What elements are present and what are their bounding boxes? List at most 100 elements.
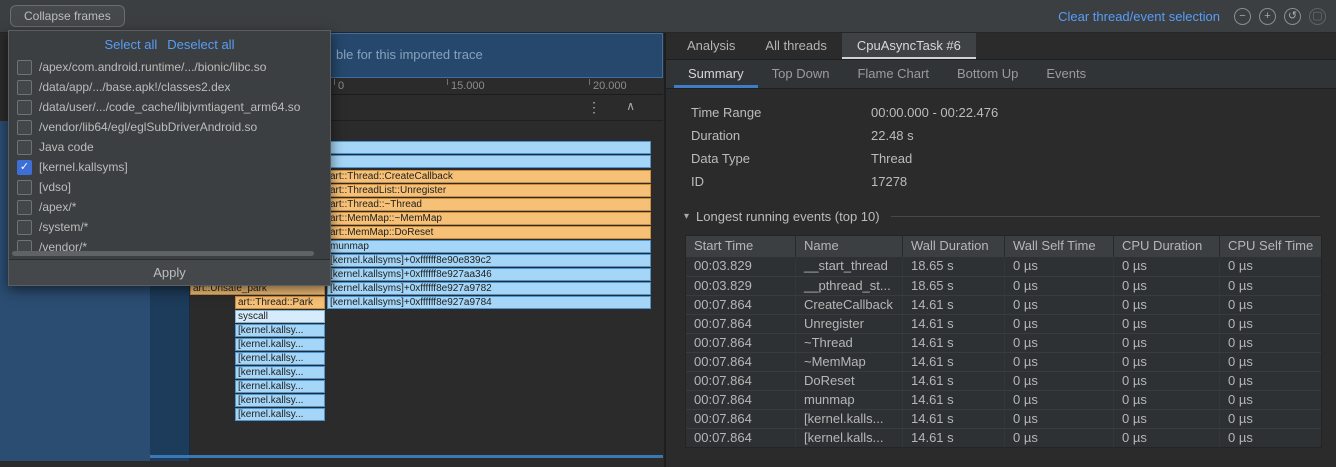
analysis-tabs: Analysis All threads CpuAsyncTask #6 <box>666 33 1336 60</box>
summary-label: Time Range <box>691 105 871 120</box>
flame-chart-bar[interactable]: art::MemMap::DoReset <box>327 226 651 239</box>
flame-chart-bar[interactable]: art::MemMap::~MemMap <box>327 212 651 225</box>
flame-chart-bar[interactable] <box>327 155 651 168</box>
table-cell: 0 µs <box>1220 257 1323 276</box>
filter-list-item[interactable]: /vendor/lib64/egl/eglSubDriverAndroid.so <box>9 117 330 137</box>
filter-list-item[interactable]: /data/user/.../code_cache/libjvmtiagent_… <box>9 97 330 117</box>
collapse-chevron-icon[interactable]: ∧ <box>626 99 635 113</box>
checkbox[interactable] <box>17 200 32 215</box>
flame-chart-bar[interactable] <box>327 141 651 154</box>
flame-chart-bar[interactable]: [kernel.kallsy... <box>235 366 325 379</box>
flame-chart-bar[interactable]: [kernel.kallsy... <box>235 324 325 337</box>
checkbox[interactable]: ✓ <box>17 160 32 175</box>
timeline-scrollbar[interactable] <box>150 455 663 458</box>
filter-list-item[interactable]: [vdso] <box>9 177 330 197</box>
table-column-header[interactable]: Wall Self Time <box>1005 236 1114 257</box>
analysis-tab[interactable]: All threads <box>750 33 841 59</box>
table-cell: 0 µs <box>1114 429 1220 447</box>
view-tab[interactable]: Bottom Up <box>943 60 1032 88</box>
analysis-tab[interactable]: Analysis <box>672 33 750 59</box>
view-tab[interactable]: Events <box>1032 60 1100 88</box>
checkbox[interactable] <box>17 60 32 75</box>
table-row[interactable]: 00:07.864DoReset14.61 s0 µs0 µs0 µs <box>686 371 1321 390</box>
flame-chart-bar[interactable]: art::Thread::Park <box>235 296 325 309</box>
filter-list-item[interactable]: ✓ [kernel.kallsyms] <box>9 157 330 177</box>
zoom-to-selection-icon[interactable]: ▢ <box>1309 8 1326 25</box>
table-cell: 14.61 s <box>903 334 1005 352</box>
section-rule <box>891 216 1320 217</box>
flame-chart-bar[interactable]: [kernel.kallsy... <box>235 338 325 351</box>
analysis-tab[interactable]: CpuAsyncTask #6 <box>842 33 976 59</box>
deselect-all-link[interactable]: Deselect all <box>167 37 234 52</box>
collapse-arrow-icon[interactable]: ▾ <box>684 211 689 222</box>
filter-list-item[interactable]: /apex/* <box>9 197 330 217</box>
table-column-header[interactable]: CPU Duration <box>1114 236 1220 257</box>
table-column-header[interactable]: Name <box>796 236 903 257</box>
apply-button[interactable]: Apply <box>9 259 330 285</box>
table-row[interactable]: 00:07.864CreateCallback14.61 s0 µs0 µs0 … <box>686 295 1321 314</box>
table-column-header[interactable]: Wall Duration <box>903 236 1005 257</box>
filter-item-label: /system/* <box>39 220 88 234</box>
flame-chart-bar[interactable]: art::ThreadList::Unregister <box>327 184 651 197</box>
kebab-menu-icon[interactable]: ⋮ <box>587 99 601 116</box>
table-cell: 18.65 s <box>903 277 1005 295</box>
flame-chart-bar[interactable]: [kernel.kallsy... <box>235 352 325 365</box>
table-cell: 0 µs <box>1114 296 1220 314</box>
select-all-link[interactable]: Select all <box>105 37 158 52</box>
table-row[interactable]: 00:07.864~Thread14.61 s0 µs0 µs0 µs <box>686 333 1321 352</box>
filter-list-item[interactable]: Java code <box>9 137 330 157</box>
events-section-header[interactable]: ▾ Longest running events (top 10) <box>684 209 1320 224</box>
table-cell: 0 µs <box>1220 391 1323 409</box>
checkbox[interactable] <box>17 80 32 95</box>
toolbar: Collapse frames Clear thread/event selec… <box>0 0 1336 33</box>
table-cell: 0 µs <box>1114 257 1220 276</box>
table-cell: 0 µs <box>1114 315 1220 333</box>
table-row[interactable]: 00:07.864~MemMap14.61 s0 µs0 µs0 µs <box>686 352 1321 371</box>
table-column-header[interactable]: CPU Self Time <box>1220 236 1323 257</box>
flame-chart-bar[interactable]: syscall <box>235 310 325 323</box>
table-cell: 0 µs <box>1005 353 1114 371</box>
table-cell: 0 µs <box>1220 277 1323 295</box>
filter-list-item[interactable]: /apex/com.android.runtime/.../bionic/lib… <box>9 57 330 77</box>
flame-chart-bar[interactable]: [kernel.kallsy... <box>235 380 325 393</box>
zoom-out-icon[interactable]: − <box>1234 8 1251 25</box>
flame-chart-bar[interactable]: art::Thread::~Thread <box>327 198 651 211</box>
filter-item-label: /apex/com.android.runtime/.../bionic/lib… <box>39 60 266 74</box>
view-tab[interactable]: Top Down <box>758 60 844 88</box>
view-tab[interactable]: Summary <box>674 60 758 88</box>
clear-selection-link[interactable]: Clear thread/event selection <box>1058 9 1220 24</box>
filter-list-item[interactable]: /system/* <box>9 217 330 237</box>
view-tab[interactable]: Flame Chart <box>843 60 943 88</box>
table-row[interactable]: 00:03.829__pthread_st...18.65 s0 µs0 µs0… <box>686 276 1321 295</box>
table-row[interactable]: 00:07.864[kernel.kalls...14.61 s0 µs0 µs… <box>686 428 1321 447</box>
collapse-frames-button[interactable]: Collapse frames <box>10 5 125 27</box>
checkbox[interactable] <box>17 180 32 195</box>
summary-row: Time Range 00:00.000 - 00:22.476 <box>691 101 1336 124</box>
flame-chart-bar[interactable]: art::Thread::CreateCallback <box>327 170 651 183</box>
checkbox[interactable] <box>17 100 32 115</box>
table-row[interactable]: 00:07.864munmap14.61 s0 µs0 µs0 µs <box>686 390 1321 409</box>
flame-chart-bar[interactable]: [kernel.kallsyms]+0xffffff8e927a9782 <box>327 282 651 295</box>
flame-chart-bar[interactable]: [kernel.kallsyms]+0xffffff8e927a9784 <box>327 296 651 309</box>
flame-chart-bar[interactable]: [kernel.kallsyms]+0xffffff8e927aa346 <box>327 268 651 281</box>
flame-chart-bar[interactable]: munmap <box>327 240 651 253</box>
horizontal-scrollbar[interactable] <box>12 251 314 256</box>
flame-chart-bar[interactable]: [kernel.kallsyms]+0xffffff8e90e839c2 <box>327 254 651 267</box>
table-column-header[interactable]: Start Time <box>686 236 796 257</box>
table-row[interactable]: 00:03.829__start_thread18.65 s0 µs0 µs0 … <box>686 257 1321 276</box>
filter-list-item[interactable]: /data/app/.../base.apk!/classes2.dex <box>9 77 330 97</box>
reset-zoom-icon[interactable]: ↺ <box>1284 8 1301 25</box>
table-cell: 0 µs <box>1005 277 1114 295</box>
checkbox[interactable] <box>17 120 32 135</box>
zoom-in-icon[interactable]: + <box>1259 8 1276 25</box>
table-row[interactable]: 00:07.864[kernel.kalls...14.61 s0 µs0 µs… <box>686 409 1321 428</box>
summary-row: Duration 22.48 s <box>691 124 1336 147</box>
table-row[interactable]: 00:07.864Unregister14.61 s0 µs0 µs0 µs <box>686 314 1321 333</box>
table-cell: 00:03.829 <box>686 257 796 276</box>
flame-chart-bar[interactable]: [kernel.kallsy... <box>235 408 325 421</box>
flame-chart-bar[interactable]: [kernel.kallsy... <box>235 394 325 407</box>
table-cell: 14.61 s <box>903 410 1005 428</box>
checkbox[interactable] <box>17 140 32 155</box>
checkbox[interactable] <box>17 220 32 235</box>
table-cell: 0 µs <box>1220 429 1323 447</box>
